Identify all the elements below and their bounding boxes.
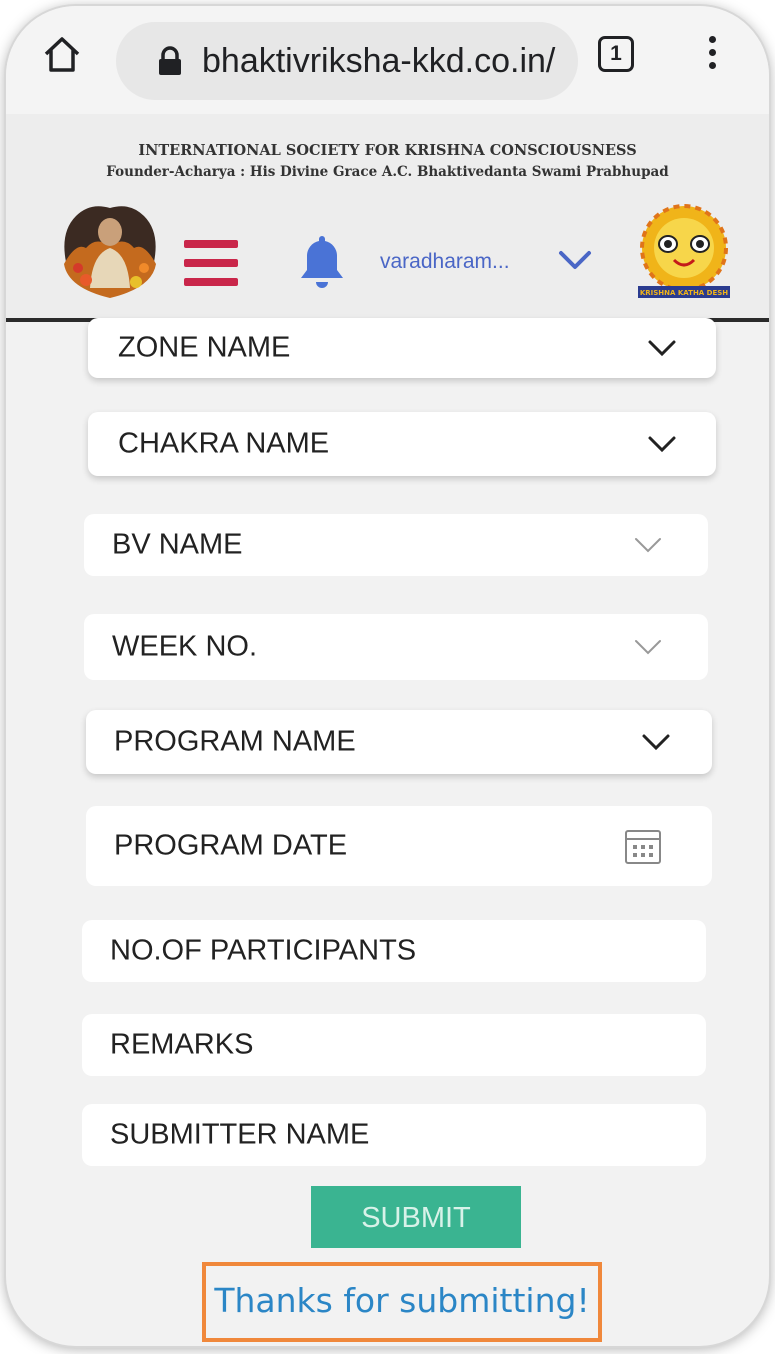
notification-bell-icon[interactable] bbox=[298, 232, 346, 290]
prabhupada-avatar bbox=[56, 202, 164, 300]
submit-button[interactable]: SUBMIT bbox=[311, 1186, 521, 1248]
program-date-label: PROGRAM DATE bbox=[114, 829, 348, 862]
thanks-message: Thanks for submitting! bbox=[202, 1262, 602, 1342]
chevron-down-icon bbox=[635, 538, 661, 553]
lock-icon bbox=[156, 46, 184, 76]
zone-name-select[interactable]: ZONE NAME bbox=[88, 318, 716, 378]
week-no-label: WEEK NO. bbox=[112, 630, 258, 663]
phone-screen: bhaktivriksha-kkd.co.in/ 1 INTERNATIONAL… bbox=[6, 6, 769, 1346]
participants-label: NO.OF PARTICIPANTS bbox=[110, 934, 417, 967]
logo-text: KRISHNA KATHA DESH bbox=[640, 289, 728, 297]
submitter-name-input[interactable]: SUBMITTER NAME bbox=[82, 1104, 706, 1166]
krishna-katha-logo: KRISHNA KATHA DESH bbox=[634, 200, 734, 300]
submitter-name-label: SUBMITTER NAME bbox=[110, 1118, 370, 1151]
calendar-icon[interactable] bbox=[624, 827, 662, 865]
chevron-down-icon bbox=[648, 340, 676, 357]
chakra-name-select[interactable]: CHAKRA NAME bbox=[88, 412, 716, 476]
tab-switcher-button[interactable]: 1 bbox=[598, 36, 634, 72]
site-header: INTERNATIONAL SOCIETY FOR KRISHNA CONSCI… bbox=[6, 114, 769, 322]
program-date-input[interactable]: PROGRAM DATE bbox=[86, 806, 712, 886]
chevron-down-icon bbox=[635, 640, 661, 655]
address-bar[interactable]: bhaktivriksha-kkd.co.in/ bbox=[116, 22, 578, 100]
remarks-label: REMARKS bbox=[110, 1028, 254, 1061]
username-label[interactable]: varadharam... bbox=[380, 250, 510, 274]
bv-name-select[interactable]: BV NAME bbox=[84, 514, 708, 576]
overflow-menu-icon[interactable] bbox=[706, 36, 718, 76]
bv-name-label: BV NAME bbox=[112, 528, 243, 561]
chevron-down-icon bbox=[648, 436, 676, 453]
program-name-label: PROGRAM NAME bbox=[114, 725, 356, 758]
url-text: bhaktivriksha-kkd.co.in/ bbox=[202, 42, 556, 80]
org-title: INTERNATIONAL SOCIETY FOR KRISHNA CONSCI… bbox=[138, 142, 637, 159]
founder-line: Founder-Acharya : His Divine Grace A.C. … bbox=[106, 164, 669, 180]
remarks-input[interactable]: REMARKS bbox=[82, 1014, 706, 1076]
program-name-select[interactable]: PROGRAM NAME bbox=[86, 710, 712, 774]
chakra-name-label: CHAKRA NAME bbox=[118, 427, 330, 460]
browser-toolbar: bhaktivriksha-kkd.co.in/ 1 bbox=[6, 6, 769, 114]
chevron-down-icon bbox=[642, 734, 670, 751]
participants-input[interactable]: NO.OF PARTICIPANTS bbox=[82, 920, 706, 982]
chevron-down-icon[interactable] bbox=[558, 248, 592, 272]
week-no-select[interactable]: WEEK NO. bbox=[84, 614, 708, 680]
zone-name-label: ZONE NAME bbox=[118, 331, 291, 364]
home-icon[interactable] bbox=[42, 34, 82, 74]
hamburger-menu-icon[interactable] bbox=[184, 240, 238, 292]
